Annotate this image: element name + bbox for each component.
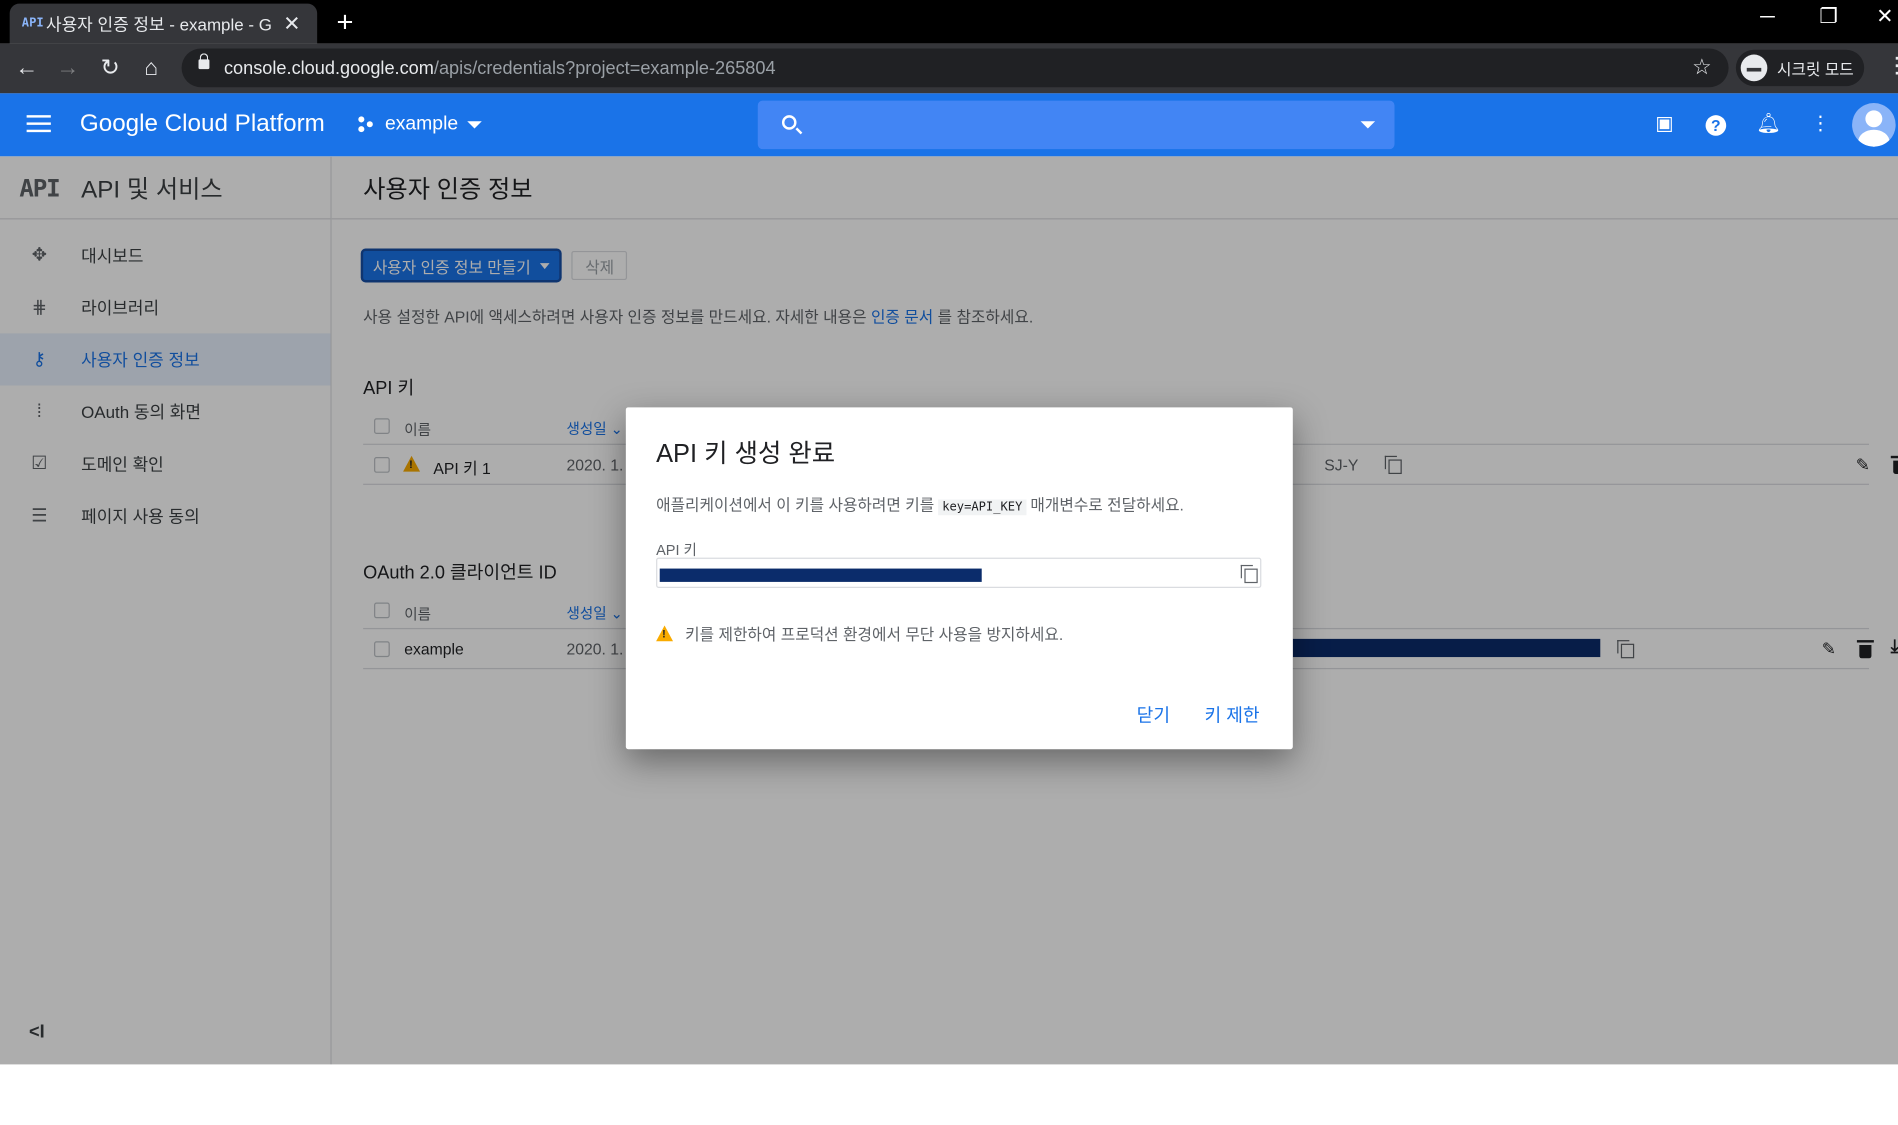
dialog-description: 애플리케이션에서 이 키를 사용하려면 키를 key=API_KEY 매개변수로…	[656, 492, 1184, 516]
browser-menu-icon[interactable]: ⋮	[1886, 53, 1898, 78]
help-icon[interactable]: ?	[1705, 115, 1727, 136]
forward-icon[interactable]: →	[52, 53, 83, 85]
api-key-field[interactable]	[656, 557, 1262, 588]
menu-icon[interactable]	[26, 115, 51, 133]
more-vert-icon[interactable]: ⋮	[1808, 113, 1832, 137]
home-icon[interactable]: ⌂	[136, 53, 167, 85]
incognito-icon	[1740, 54, 1768, 82]
tab-title: 사용자 인증 정보 - example - G	[45, 13, 272, 34]
url-text: console.cloud.google.com/apis/credential…	[224, 58, 776, 79]
project-name: example	[384, 113, 459, 135]
url-path: /apis/credentials?project=example-265804	[433, 58, 776, 79]
back-icon[interactable]: ←	[11, 53, 42, 85]
tab-strip: API 사용자 인증 정보 - example - G ✕ + ─ ❐ ✕	[0, 0, 1898, 44]
api-key-created-dialog: API 키 생성 완료 애플리케이션에서 이 키를 사용하려면 키를 key=A…	[625, 407, 1293, 750]
restore-icon[interactable]: ❐	[1819, 5, 1837, 29]
dialog-title: API 키 생성 완료	[656, 440, 836, 468]
incognito-label: 시크릿 모드	[1777, 60, 1854, 79]
search-icon	[781, 115, 797, 130]
api-favicon-icon: API	[21, 16, 44, 31]
search-input[interactable]	[757, 100, 1395, 150]
warning-icon	[656, 625, 674, 642]
dialog-desc-after: 매개변수로 전달하세요.	[1030, 495, 1184, 515]
address-bar[interactable]: console.cloud.google.com/apis/credential…	[181, 48, 1729, 88]
incognito-indicator[interactable]: 시크릿 모드	[1735, 49, 1865, 87]
close-window-icon[interactable]: ✕	[1876, 5, 1893, 29]
warning-text: 키를 제한하여 프로덕션 환경에서 무단 사용을 방지하세요.	[685, 625, 1064, 644]
project-icon	[358, 116, 377, 133]
browser-toolbar: ← → ↻ ⌂ console.cloud.google.com/apis/cr…	[0, 43, 1898, 94]
gcp-header: Google Cloud Platform example ▣ ? 🔔︎ ⋮	[0, 93, 1898, 157]
screenshot-stage: API 사용자 인증 정보 - example - G ✕ + ─ ❐ ✕ ← …	[0, 0, 1898, 1125]
restrict-key-button[interactable]: 키 제한	[1204, 702, 1259, 727]
project-selector[interactable]: example	[358, 110, 483, 139]
url-host: console.cloud.google.com	[223, 58, 434, 79]
copy-icon[interactable]	[1240, 564, 1258, 584]
browser-window: API 사용자 인증 정보 - example - G ✕ + ─ ❐ ✕ ← …	[0, 0, 1898, 1125]
close-tab-icon[interactable]: ✕	[283, 12, 300, 36]
search-dropdown-icon[interactable]	[1360, 121, 1376, 129]
key-param-code: key=API_KEY	[938, 499, 1027, 516]
new-tab-icon[interactable]: +	[337, 6, 354, 40]
cloud-shell-icon[interactable]: ▣	[1652, 113, 1676, 137]
notifications-icon[interactable]: 🔔︎	[1756, 113, 1781, 137]
gcp-logo[interactable]: Google Cloud Platform	[80, 110, 325, 138]
redacted-api-key	[659, 568, 982, 582]
close-button[interactable]: 닫기	[1137, 702, 1170, 727]
bookmark-star-icon[interactable]: ☆	[1692, 55, 1712, 80]
avatar[interactable]	[1852, 103, 1896, 147]
lock-icon	[198, 53, 210, 70]
dialog-desc-before: 애플리케이션에서 이 키를 사용하려면 키를	[656, 495, 935, 515]
restrict-warning: 키를 제한하여 프로덕션 환경에서 무단 사용을 방지하세요.	[656, 622, 1063, 645]
minimize-icon[interactable]: ─	[1760, 5, 1775, 29]
browser-tab[interactable]: API 사용자 인증 정보 - example - G ✕	[9, 3, 318, 44]
chevron-down-icon	[467, 121, 483, 129]
reload-icon[interactable]: ↻	[94, 53, 125, 85]
